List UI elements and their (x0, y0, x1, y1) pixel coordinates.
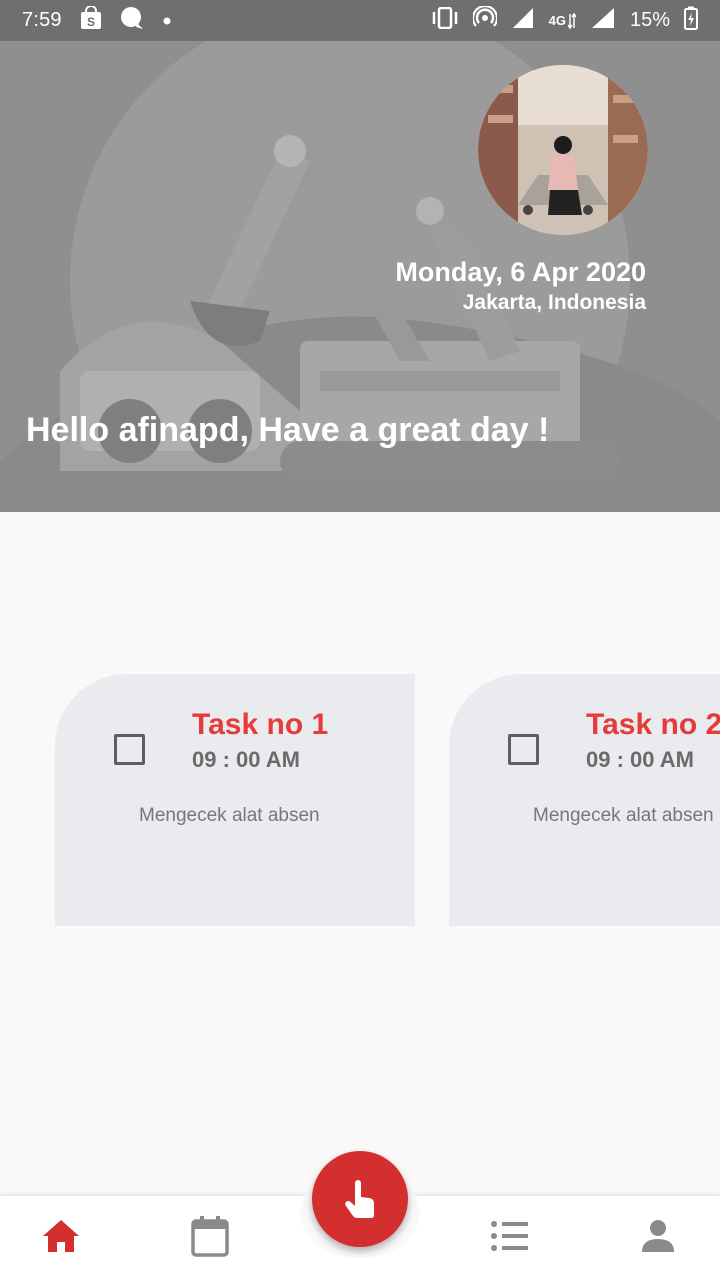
task-title: Task no 1 (192, 708, 329, 741)
status-bar: 7:59 S 4G 15% (0, 0, 720, 41)
avatar-photo (478, 65, 648, 235)
chat-bubble-icon (120, 6, 144, 36)
header: Monday, 6 Apr 2020 Jakarta, Indonesia He… (0, 41, 720, 512)
nav-calendar[interactable] (188, 1214, 232, 1258)
calendar-icon (191, 1216, 229, 1257)
nav-profile[interactable] (636, 1214, 680, 1258)
avatar[interactable] (478, 65, 648, 235)
signal-icon-2 (590, 6, 616, 36)
home-icon (43, 1220, 79, 1252)
task-card[interactable]: Task no 2 09 : 00 AM Mengecek alat absen (449, 674, 720, 926)
network-type: 4G (549, 10, 576, 32)
task-description: Mengecek alat absen (139, 805, 320, 826)
task-carousel[interactable]: Task no 1 09 : 00 AM Mengecek alat absen… (0, 674, 720, 926)
data-arrows-icon (567, 12, 576, 29)
task-checkbox[interactable] (114, 734, 145, 765)
task-checkbox[interactable] (508, 734, 539, 765)
tap-finger-icon (345, 1180, 374, 1218)
person-icon (642, 1220, 674, 1252)
battery-percent: 15% (629, 9, 670, 31)
network-type-label: 4G (548, 13, 566, 28)
task-time: 09 : 00 AM (586, 747, 695, 772)
task-time: 09 : 00 AM (192, 747, 301, 772)
task-description: Mengecek alat absen (533, 805, 714, 826)
hotspot-icon (471, 4, 498, 36)
list-icon (491, 1221, 528, 1251)
notification-dot-icon (162, 9, 172, 32)
vibrate-icon (431, 6, 459, 35)
battery-charging-icon (684, 6, 698, 36)
tap-action-button[interactable] (312, 1151, 408, 1247)
status-time: 7:59 (22, 9, 62, 31)
shopping-bag-icon: S (80, 4, 102, 36)
task-title: Task no 2 (586, 708, 720, 741)
greeting-text: Hello afinapd, Have a great day ! (26, 411, 550, 449)
nav-home[interactable] (39, 1214, 83, 1258)
task-card[interactable]: Task no 1 09 : 00 AM Mengecek alat absen (55, 674, 415, 926)
location-text: Jakarta, Indonesia (462, 291, 646, 314)
signal-icon (511, 6, 535, 36)
nav-list[interactable] (488, 1214, 532, 1258)
date-text: Monday, 6 Apr 2020 (395, 257, 646, 287)
svg-text:S: S (87, 15, 95, 29)
